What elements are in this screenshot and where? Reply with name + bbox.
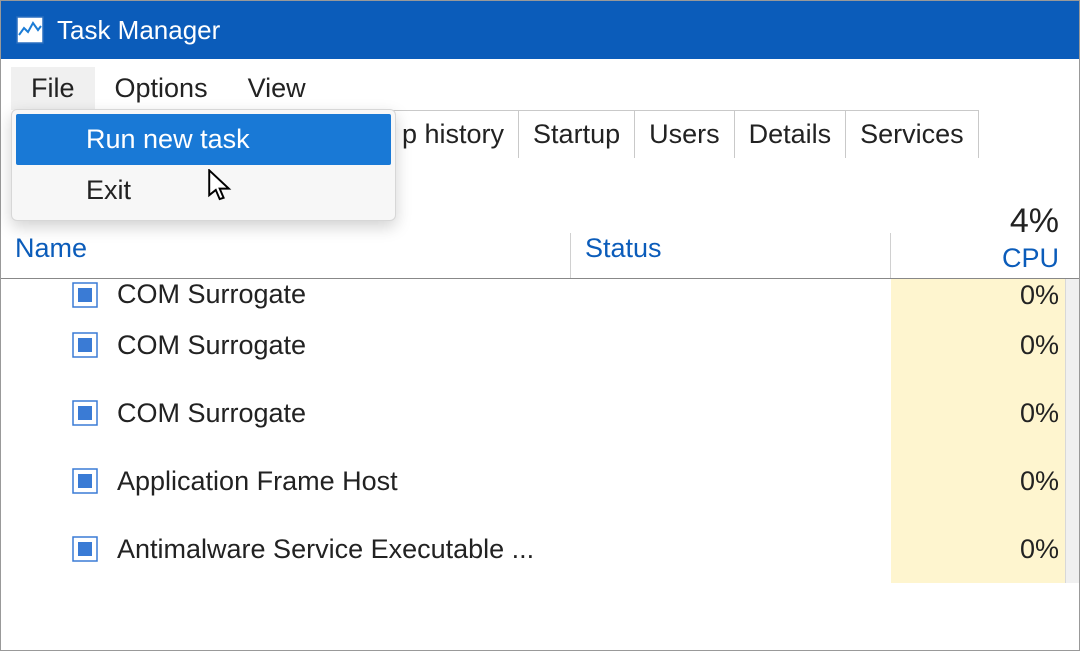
process-icon — [71, 281, 99, 309]
column-cpu-label: CPU — [905, 243, 1059, 274]
process-cpu: 0% — [891, 379, 1079, 447]
process-icon — [71, 399, 99, 427]
menu-exit[interactable]: Exit — [16, 165, 391, 216]
tab-startup[interactable]: Startup — [518, 110, 635, 158]
process-icon — [71, 331, 99, 359]
process-name: Antimalware Service Executable ... — [117, 534, 534, 565]
task-manager-icon — [15, 15, 45, 45]
tab-users[interactable]: Users — [634, 110, 735, 158]
column-name[interactable]: Name — [1, 233, 571, 278]
tab-details[interactable]: Details — [734, 110, 847, 158]
process-name: COM Surrogate — [117, 279, 306, 310]
table-row[interactable]: Antimalware Service Executable ... 0% — [1, 515, 1079, 583]
process-cpu: 0% — [891, 311, 1079, 379]
table-row[interactable]: COM Surrogate 0% — [1, 311, 1079, 379]
process-list: COM Surrogate 0% COM Surrogate 0% COM Su… — [1, 279, 1079, 583]
table-row[interactable]: COM Surrogate 0% — [1, 279, 1079, 311]
window-title: Task Manager — [57, 15, 220, 46]
file-dropdown: Run new task Exit — [11, 109, 396, 221]
process-cpu: 0% — [891, 279, 1079, 311]
table-row[interactable]: COM Surrogate 0% — [1, 379, 1079, 447]
column-name-label: Name — [15, 233, 87, 263]
vertical-scrollbar[interactable] — [1065, 279, 1079, 583]
menubar: File Options View Run new task Exit — [1, 59, 1079, 110]
cpu-total: 4% — [905, 202, 1059, 241]
process-icon — [71, 535, 99, 563]
tab-services[interactable]: Services — [845, 110, 979, 158]
process-cpu: 0% — [891, 515, 1079, 583]
column-status-label: Status — [585, 233, 662, 263]
process-name: Application Frame Host — [117, 466, 398, 497]
process-name: COM Surrogate — [117, 330, 306, 361]
menu-file[interactable]: File — [11, 67, 95, 110]
menu-run-new-task[interactable]: Run new task — [16, 114, 391, 165]
table-row[interactable]: Application Frame Host 0% — [1, 447, 1079, 515]
column-status[interactable]: Status — [571, 233, 891, 278]
column-cpu[interactable]: 4% CPU — [891, 202, 1079, 278]
process-icon — [71, 467, 99, 495]
menu-view[interactable]: View — [228, 67, 326, 110]
titlebar: Task Manager — [1, 1, 1079, 59]
process-name: COM Surrogate — [117, 398, 306, 429]
process-cpu: 0% — [891, 447, 1079, 515]
menu-options[interactable]: Options — [95, 67, 228, 110]
